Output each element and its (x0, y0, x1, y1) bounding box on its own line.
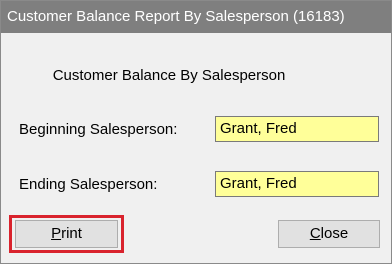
ending-salesperson-label: Ending Salesperson: (19, 176, 158, 193)
close-label: lose (320, 225, 349, 242)
print-button[interactable]: Print (15, 220, 118, 248)
print-mnemonic: P (51, 225, 62, 242)
window-title: Customer Balance Report By Salesperson (… (1, 1, 391, 33)
beginning-salesperson-label: Beginning Salesperson: (19, 121, 178, 138)
dialog-body: Customer Balance By Salesperson Beginnin… (1, 33, 391, 263)
report-dialog: Customer Balance Report By Salesperson (… (0, 0, 392, 264)
close-button[interactable]: Close (278, 220, 380, 248)
beginning-salesperson-field[interactable]: Grant, Fred (215, 116, 379, 142)
report-heading: Customer Balance By Salesperson (52, 67, 286, 84)
ending-salesperson-field[interactable]: Grant, Fred (215, 171, 379, 197)
print-label: rint (61, 225, 82, 242)
close-mnemonic: C (309, 225, 321, 242)
